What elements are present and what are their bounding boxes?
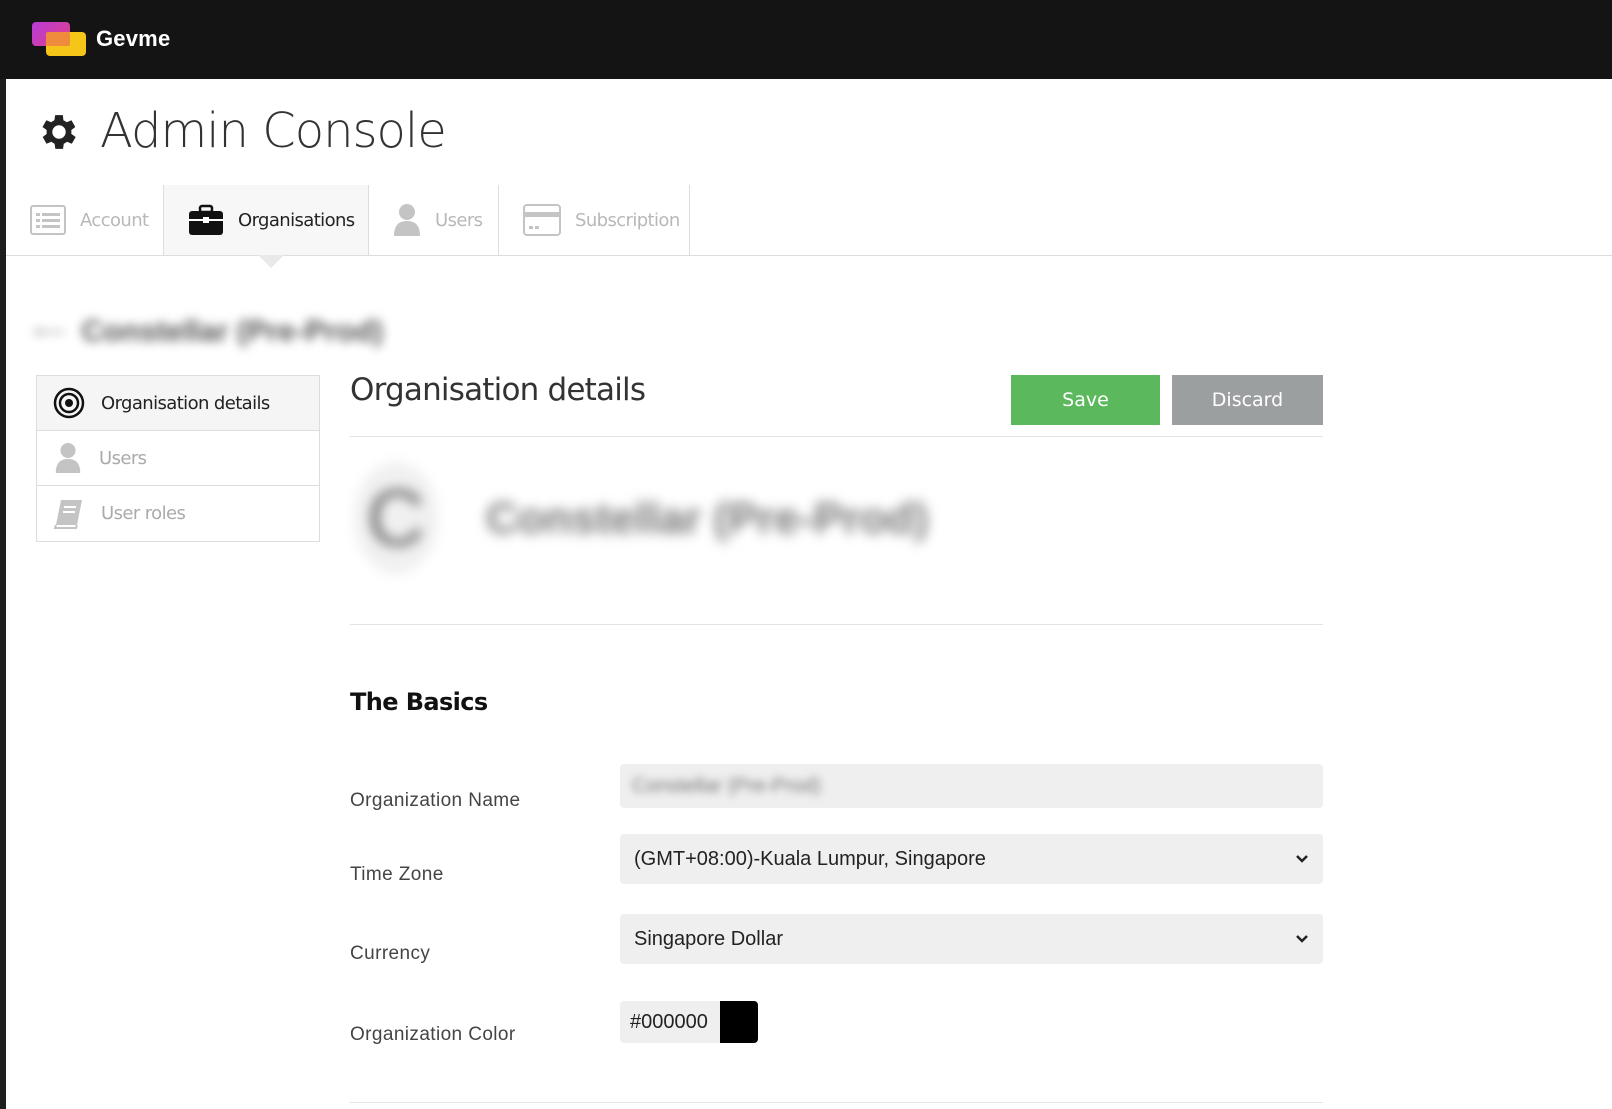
save-button[interactable]: Save [1011, 375, 1160, 425]
org-avatar[interactable]: C [354, 462, 438, 574]
timezone-select[interactable]: (GMT+08:00)-Kuala Lumpur, Singapore [620, 834, 1323, 884]
list-icon [30, 205, 66, 235]
tab-subscription[interactable]: Subscription [499, 185, 690, 255]
chevron-down-icon [1296, 935, 1308, 943]
main-tabs: Account Organisations Users Subscription [6, 185, 1612, 256]
book-icon [53, 499, 82, 529]
sidebar-item-label: User roles [101, 503, 186, 524]
tab-users[interactable]: Users [369, 185, 499, 255]
tab-label: Subscription [575, 209, 680, 231]
chevron-down-icon [1296, 855, 1308, 863]
sidebar-item-label: Users [99, 447, 147, 469]
brand-name[interactable]: Gevme [96, 26, 170, 52]
page-header: Admin Console [6, 79, 1612, 186]
color-label: Organization Color [350, 1024, 516, 1045]
user-icon [394, 204, 420, 236]
org-avatar-initial: C [367, 473, 425, 562]
organisation-sidebar: Organisation details Users User roles [36, 375, 320, 542]
sidebar-item-users[interactable]: Users [37, 431, 319, 486]
user-icon [55, 442, 81, 474]
currency-value: Singapore Dollar [634, 927, 783, 950]
discard-button[interactable]: Discard [1172, 375, 1323, 425]
back-arrow-icon[interactable]: ⟵ [34, 319, 66, 345]
breadcrumb: ⟵ Constellar (Pre-Prod) [34, 312, 383, 352]
color-picker[interactable]: #000000 [620, 1001, 758, 1043]
color-hex-input[interactable]: #000000 [620, 1001, 720, 1043]
gear-icon [42, 115, 76, 149]
sidebar-item-organisation-details[interactable]: Organisation details [37, 376, 319, 431]
basics-heading: The Basics [350, 688, 488, 716]
target-icon [53, 387, 85, 419]
gevme-logo-icon[interactable] [32, 22, 86, 56]
currency-select[interactable]: Singapore Dollar [620, 914, 1323, 964]
briefcase-icon [189, 204, 223, 235]
divider [350, 624, 1323, 625]
tab-account[interactable]: Account [6, 185, 164, 255]
org-profile-card: C Constellar (Pre-Prod) [350, 436, 1323, 626]
color-swatch[interactable] [719, 1001, 758, 1043]
divider [350, 1102, 1323, 1103]
breadcrumb-org-name: Constellar (Pre-Prod) [81, 315, 384, 348]
active-tab-indicator [258, 255, 284, 268]
tab-label: Users [435, 209, 483, 231]
top-bar: Gevme [0, 0, 1612, 79]
org-display-name: Constellar (Pre-Prod) [486, 494, 929, 543]
sidebar-item-user-roles[interactable]: User roles [37, 486, 319, 541]
page-title: Admin Console [100, 103, 447, 159]
sidebar-item-label: Organisation details [101, 392, 270, 414]
timezone-value: (GMT+08:00)-Kuala Lumpur, Singapore [634, 847, 986, 870]
timezone-label: Time Zone [350, 864, 444, 885]
credit-card-icon [523, 204, 561, 236]
tab-label: Organisations [238, 209, 355, 231]
org-name-field[interactable]: Constellar (Pre-Prod) [620, 764, 1323, 808]
tab-organisations[interactable]: Organisations [164, 185, 369, 255]
currency-label: Currency [350, 943, 431, 964]
section-title: Organisation details [350, 372, 646, 408]
tab-label: Account [80, 209, 149, 231]
org-name-value: Constellar (Pre-Prod) [632, 774, 821, 797]
org-name-label: Organization Name [350, 790, 521, 811]
